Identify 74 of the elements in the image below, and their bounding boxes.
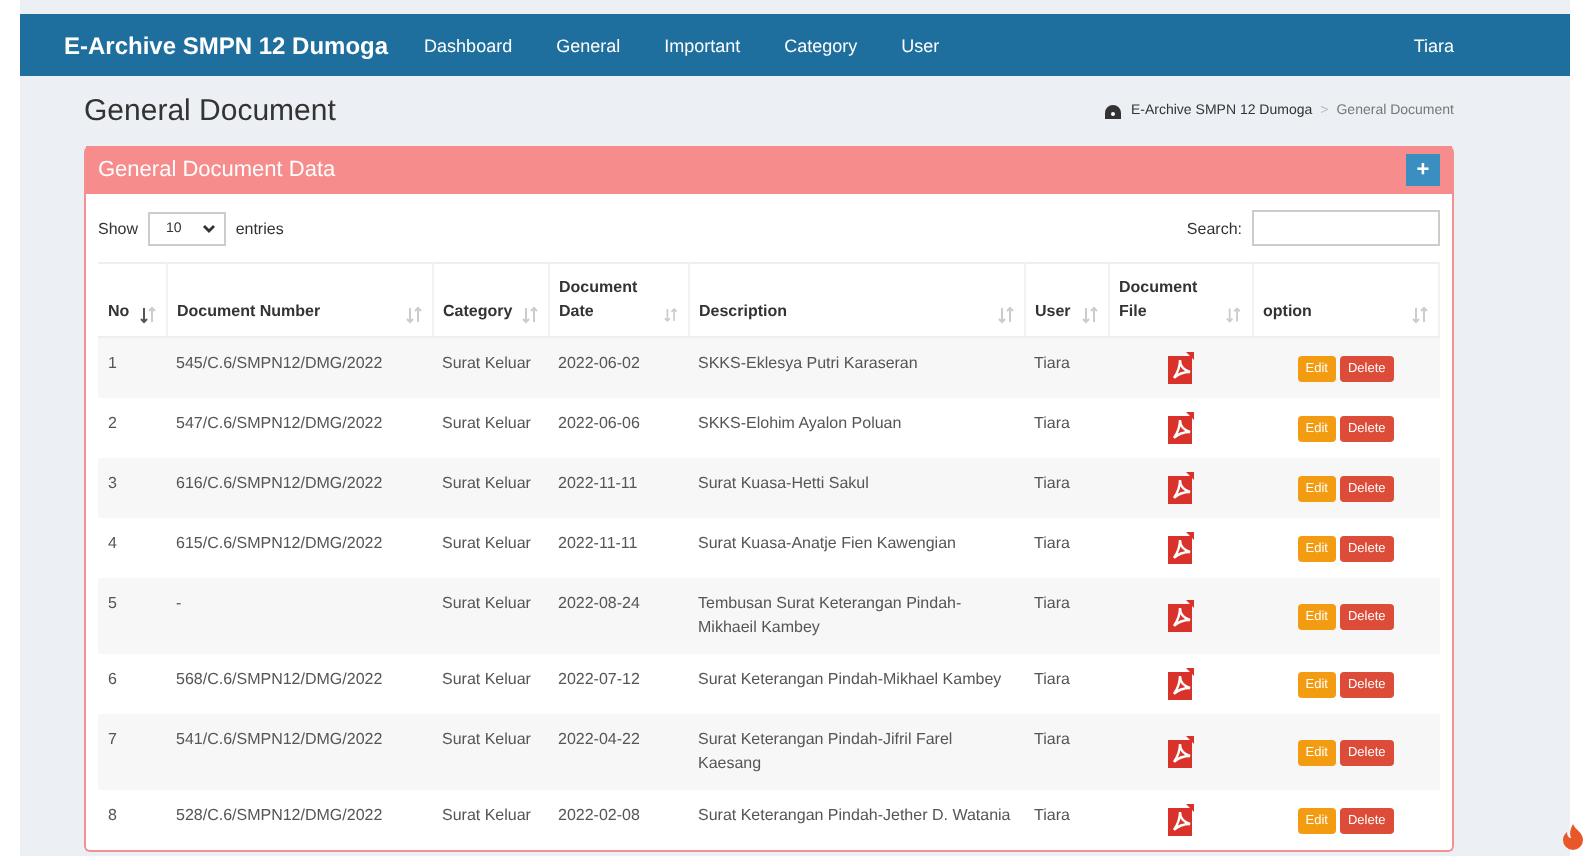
table-cell: Tiara bbox=[1024, 458, 1108, 518]
nav-link[interactable]: Category bbox=[784, 35, 858, 55]
table-cell: 528/C.6/SMPN12/DMG/2022 bbox=[166, 790, 432, 850]
table-cell: Tiara bbox=[1024, 337, 1108, 398]
table-cell: 6 bbox=[98, 654, 166, 714]
table-cell: 2022-07-12 bbox=[548, 654, 688, 714]
nav-link[interactable]: General bbox=[556, 35, 621, 55]
table-cell: Surat Keterangan Pindah-Mikhael Kambey bbox=[688, 654, 1024, 714]
table-cell: 7 bbox=[98, 714, 166, 790]
pdf-file-icon[interactable] bbox=[1167, 600, 1193, 632]
page-title: General Document bbox=[84, 94, 336, 128]
table-cell: 615/C.6/SMPN12/DMG/2022 bbox=[166, 518, 432, 578]
search-field[interactable] bbox=[1252, 210, 1440, 246]
nav-link[interactable]: Important bbox=[664, 35, 741, 55]
table-cell: 3 bbox=[98, 458, 166, 518]
table-cell: 4 bbox=[98, 518, 166, 578]
table-cell: 2022-08-24 bbox=[548, 578, 688, 654]
table-cell: Surat Kuasa-Anatje Fien Kawengian bbox=[688, 518, 1024, 578]
user-menu[interactable]: Tiara bbox=[1413, 35, 1454, 55]
table-cell: 2 bbox=[98, 398, 166, 458]
table-cell: 8 bbox=[98, 790, 166, 850]
table-cell: 2022-02-08 bbox=[548, 790, 688, 850]
table-cell: 568/C.6/SMPN12/DMG/2022 bbox=[166, 654, 432, 714]
table-cell: 547/C.6/SMPN12/DMG/2022 bbox=[166, 398, 432, 458]
table-cell: Surat Keluar bbox=[432, 578, 548, 654]
pdf-file-icon[interactable] bbox=[1167, 352, 1193, 384]
chevron-down-icon bbox=[201, 223, 216, 233]
pdf-file-icon[interactable] bbox=[1167, 668, 1193, 700]
table-cell: Surat Keluar bbox=[432, 654, 548, 714]
nav-link[interactable]: Dashboard bbox=[424, 35, 513, 55]
table-cell: Surat Kuasa-Hetti Sakul bbox=[688, 458, 1024, 518]
table-cell: Tiara bbox=[1024, 398, 1108, 458]
table-cell: 2022-06-06 bbox=[548, 398, 688, 458]
table-cell: 2022-06-02 bbox=[548, 337, 688, 398]
brand-link[interactable]: E-Archive SMPN 12 Dumoga bbox=[64, 31, 389, 59]
pdf-file-icon[interactable] bbox=[1167, 412, 1193, 444]
table-cell: Tiara bbox=[1024, 654, 1108, 714]
table-cell: 2022-11-11 bbox=[548, 518, 688, 578]
search-label: Search: bbox=[1186, 219, 1242, 237]
pdf-file-icon[interactable] bbox=[1167, 736, 1193, 768]
show-label: Show bbox=[98, 219, 139, 237]
add-button[interactable]: + bbox=[1406, 154, 1440, 186]
table-cell: SKKS-Eklesya Putri Karaseran bbox=[688, 337, 1024, 398]
table-cell: Surat Keluar bbox=[432, 714, 548, 790]
entries-label: entries bbox=[235, 219, 284, 237]
table-cell: Surat Keterangan Pindah-Jether D. Watania bbox=[688, 790, 1024, 850]
table-cell: 2022-11-11 bbox=[548, 458, 688, 518]
table-cell: 1 bbox=[98, 337, 166, 398]
table-cell: Tiara bbox=[1024, 790, 1108, 850]
pdf-file-icon[interactable] bbox=[1167, 472, 1193, 504]
table-cell: SKKS-Elohim Ayalon Poluan bbox=[688, 398, 1024, 458]
table-cell: 545/C.6/SMPN12/DMG/2022 bbox=[166, 337, 432, 398]
table-cell: Tiara bbox=[1024, 518, 1108, 578]
table-cell: - bbox=[166, 578, 432, 654]
table-cell: 2022-04-22 bbox=[548, 714, 688, 790]
table-cell: Surat Keluar bbox=[432, 518, 548, 578]
table-cell: Surat Keluar bbox=[432, 790, 548, 850]
dashboard-icon bbox=[1104, 103, 1123, 119]
card-title: General Document Data bbox=[98, 158, 336, 182]
table-cell: 541/C.6/SMPN12/DMG/2022 bbox=[166, 714, 432, 790]
nav-link[interactable]: User bbox=[901, 35, 940, 55]
flame-icon[interactable] bbox=[1562, 824, 1584, 850]
table-cell: Surat Keluar bbox=[432, 458, 548, 518]
table-cell: Tembusan Surat Keterangan Pindah-Mikhaeil Kambey bbox=[688, 578, 1024, 654]
pdf-file-icon[interactable] bbox=[1167, 804, 1193, 836]
table-cell: 616/C.6/SMPN12/DMG/2022 bbox=[166, 458, 432, 518]
pdf-file-icon[interactable] bbox=[1167, 532, 1193, 564]
table-cell: Surat Keterangan Pindah-Jifril Farel Kaesang bbox=[688, 714, 1024, 790]
table-cell: Tiara bbox=[1024, 714, 1108, 790]
column-header[interactable]: Description bbox=[688, 263, 1024, 337]
table-cell: Surat Keluar bbox=[432, 398, 548, 458]
table-cell: Surat Keluar bbox=[432, 337, 548, 398]
table-cell: Tiara bbox=[1024, 578, 1108, 654]
table-cell: 5 bbox=[98, 578, 166, 654]
